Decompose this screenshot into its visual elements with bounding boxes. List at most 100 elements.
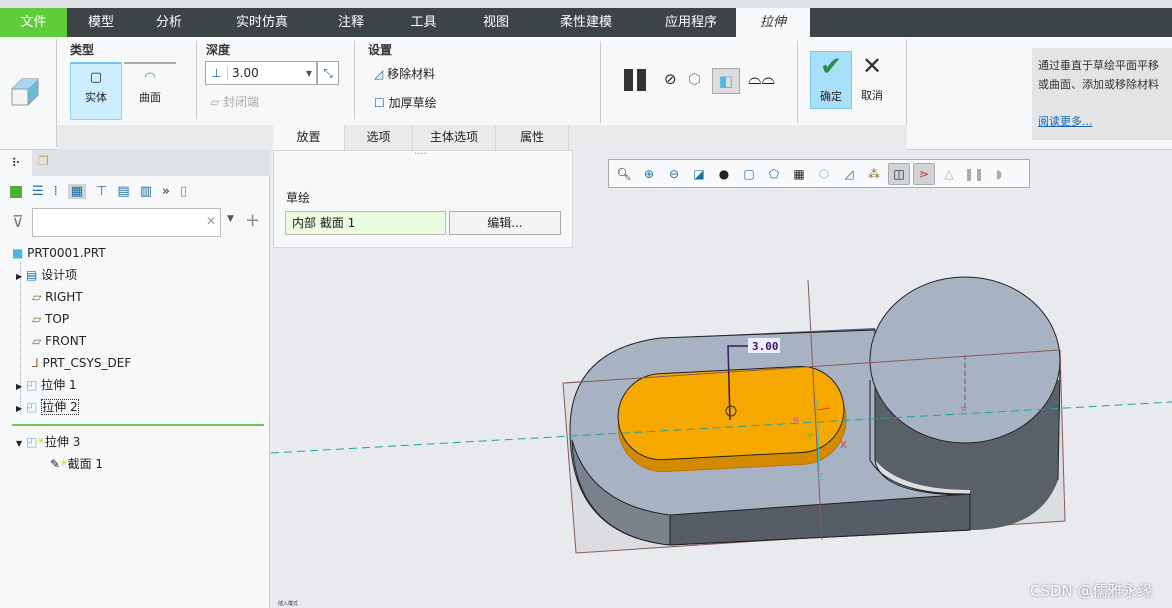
- tab-body-options[interactable]: 主体选项: [413, 125, 496, 150]
- status-mode: 插入模式: [278, 601, 299, 607]
- tree-search-input[interactable]: [32, 208, 221, 237]
- thicken-sketch-toggle[interactable]: ☐ 加厚草绘: [374, 94, 437, 111]
- add-icon[interactable]: +: [245, 210, 260, 231]
- remove-material-toggle[interactable]: ◿ 移除材料: [374, 65, 435, 82]
- annotation-display-icon[interactable]: ⁂: [863, 163, 885, 185]
- tree-item-design-items[interactable]: ▶ ▤ 设计项: [16, 264, 77, 286]
- depth-value[interactable]: 3.00: [232, 66, 306, 80]
- more-icon[interactable]: »: [162, 184, 170, 199]
- tree-item-csys[interactable]: ⅃ PRT_CSYS_DEF: [32, 352, 131, 374]
- sketch-display-icon[interactable]: ⋗: [913, 162, 935, 185]
- columns-icon[interactable]: ▤: [117, 184, 129, 199]
- tree-filter-icon[interactable]: ⊤: [96, 184, 107, 199]
- folders-icon: ❐: [38, 154, 49, 168]
- depth-dimension[interactable]: 3.00: [752, 340, 779, 353]
- tab-options[interactable]: 选项: [345, 125, 413, 150]
- tree-item-extrude-3[interactable]: ▼ ◰✳拉伸 3: [16, 431, 80, 453]
- tab-annotate[interactable]: 注释: [321, 8, 381, 37]
- expand-arrow-icon[interactable]: ▶: [16, 382, 22, 391]
- ok-button[interactable]: ✔ 确定: [810, 51, 852, 109]
- repaint-icon[interactable]: ◪: [688, 163, 710, 185]
- show-icon[interactable]: ☰: [32, 184, 44, 199]
- tab-file[interactable]: 文件: [0, 8, 67, 37]
- appearance-icon[interactable]: △: [938, 163, 960, 185]
- tab-flexible-modeling[interactable]: 柔性建模: [526, 8, 646, 37]
- flip-direction-button[interactable]: ⤡: [317, 61, 339, 85]
- solid-label: 实体: [85, 91, 107, 104]
- view-manager-icon[interactable]: ⬠: [763, 163, 785, 185]
- close-icon: ✕: [861, 52, 883, 80]
- preview-wireframe-button[interactable]: ⬡: [688, 70, 701, 88]
- pause-button[interactable]: [624, 69, 648, 91]
- tab-extrude[interactable]: 拉伸: [736, 8, 810, 37]
- tree-item-part[interactable]: ■ PRT0001.PRT: [12, 242, 106, 264]
- section-icon[interactable]: ⬡: [813, 163, 835, 185]
- surface-label: 曲面: [139, 91, 161, 104]
- expand-icon[interactable]: ⁞: [54, 184, 58, 199]
- tab-analysis[interactable]: 分析: [135, 8, 203, 37]
- tree-item-extrude-1[interactable]: ▶ ◰ 拉伸 1: [16, 374, 77, 396]
- expand-arrow-icon[interactable]: ▶: [16, 272, 22, 281]
- expand-arrow-icon[interactable]: ▶: [16, 404, 22, 413]
- layers-tab[interactable]: ❐: [38, 154, 49, 168]
- tree-item-section-1[interactable]: ✎✳截面 1: [50, 453, 103, 475]
- table-icon[interactable]: ▦: [67, 184, 87, 199]
- model-icon[interactable]: [10, 185, 22, 198]
- zoom-in-icon[interactable]: ⊕: [638, 163, 660, 185]
- refit-icon[interactable]: 🔍︎: [613, 163, 635, 185]
- tree-item-extrude-2[interactable]: ▶ ◰ 拉伸 2: [16, 396, 79, 418]
- datum-display-icon[interactable]: ◿: [838, 163, 860, 185]
- saved-views-icon[interactable]: ▢: [738, 163, 760, 185]
- flip-icon[interactable]: ◗: [988, 163, 1010, 185]
- notes-icon[interactable]: ▯: [180, 184, 187, 199]
- 3d-viewport[interactable]: 3.00 X Y Z ⌗ ⌗: [271, 250, 1172, 608]
- chevron-down-icon[interactable]: ▼: [227, 214, 234, 224]
- tab-properties[interactable]: 属性: [496, 125, 569, 150]
- sketch-collector[interactable]: 内部 截面 1: [285, 211, 446, 235]
- tab-simulation[interactable]: 实时仿真: [203, 8, 321, 37]
- surface-button[interactable]: ◠ 曲面: [124, 62, 176, 120]
- tree-item-right[interactable]: ▱ RIGHT: [32, 286, 83, 308]
- cancel-button[interactable]: ✕ 取消: [854, 51, 890, 109]
- clear-search-icon[interactable]: ✕: [206, 214, 216, 228]
- read-more-link[interactable]: 阅读更多...: [1038, 115, 1093, 128]
- display-style-icon[interactable]: ●: [713, 163, 735, 185]
- pause-icon[interactable]: ❚❚: [963, 163, 985, 185]
- collapse-arrow-icon[interactable]: ▼: [16, 439, 22, 448]
- part-icon: ■: [12, 246, 24, 260]
- tree-icon: ⠗: [11, 156, 21, 170]
- filter-icon[interactable]: ⊽: [12, 212, 24, 231]
- tab-view[interactable]: 视图: [466, 8, 526, 37]
- no-preview-button[interactable]: ⊘: [664, 70, 677, 88]
- tab-model[interactable]: 模型: [67, 8, 135, 37]
- chevron-down-icon[interactable]: ▼: [306, 69, 312, 78]
- tree-item-front[interactable]: ▱ FRONT: [32, 330, 86, 352]
- verify-preview-button[interactable]: ◧: [712, 68, 740, 94]
- extrude-icon: ◰: [25, 378, 38, 392]
- tab-applications[interactable]: 应用程序: [646, 8, 736, 37]
- zoom-out-icon[interactable]: ⊖: [663, 163, 685, 185]
- tree-item-top[interactable]: ▱ TOP: [32, 308, 69, 330]
- depth-input[interactable]: ⊥ 3.00 ▼: [205, 61, 317, 85]
- datum-plane-icon: ▱: [32, 290, 42, 304]
- remove-material-label: 移除材料: [387, 67, 436, 81]
- blind-depth-icon[interactable]: ⊥: [206, 66, 228, 80]
- help-panel: 通过垂直于草绘平面平移 或曲面、添加或移除材料 阅读更多...: [1032, 48, 1172, 140]
- glasses-icon[interactable]: ⌓⌓: [748, 69, 775, 89]
- edit-sketch-button[interactable]: 编辑...: [449, 211, 561, 235]
- model-tree-tab[interactable]: ⠗: [0, 150, 32, 176]
- settings-icon[interactable]: ▥: [140, 184, 152, 199]
- perspective-icon[interactable]: ▦: [788, 163, 810, 185]
- surface-icon: ◠: [144, 70, 156, 85]
- capped-ends-checkbox[interactable]: ▱ 封闭端: [210, 93, 259, 110]
- tree-label: 拉伸 1: [41, 378, 77, 392]
- tree-label: RIGHT: [45, 290, 83, 304]
- tree-label: 拉伸 3: [44, 435, 81, 449]
- tab-tools[interactable]: 工具: [381, 8, 466, 37]
- insert-here-marker[interactable]: [12, 424, 264, 426]
- tree-label: PRT0001.PRT: [27, 246, 106, 260]
- spin-center-icon[interactable]: ◫: [888, 162, 910, 185]
- solid-button[interactable]: ▢ 实体: [70, 62, 122, 120]
- tab-placement[interactable]: 放置: [273, 125, 345, 150]
- drag-handle[interactable]: ····: [414, 149, 427, 160]
